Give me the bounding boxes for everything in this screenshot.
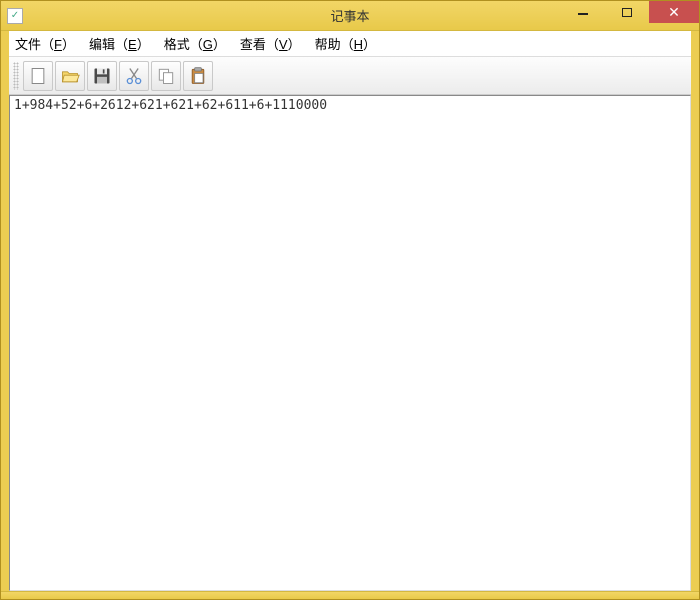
close-icon: ✕ <box>668 5 680 19</box>
app-window: ✓ 记事本 ✕ 文件（F） 编辑（E） 格式（G） <box>0 0 700 600</box>
copy-button[interactable] <box>151 61 181 91</box>
menu-edit[interactable]: 编辑（E） <box>89 34 150 53</box>
toolbar-grip <box>13 62 19 90</box>
text-editor[interactable]: 1+984+52+6+2612+621+621+62+611+6+1110000 <box>10 96 690 590</box>
window-bottom-border <box>1 591 699 599</box>
cut-button[interactable] <box>119 61 149 91</box>
cut-icon <box>124 66 144 86</box>
new-button[interactable] <box>23 61 53 91</box>
open-button[interactable] <box>55 61 85 91</box>
toolbar <box>9 57 691 95</box>
close-button[interactable]: ✕ <box>649 1 699 23</box>
menu-view[interactable]: 查看（V） <box>240 34 301 53</box>
titlebar[interactable]: ✓ 记事本 ✕ <box>1 1 699 31</box>
maximize-button[interactable] <box>605 1 649 23</box>
save-button[interactable] <box>87 61 117 91</box>
menu-file[interactable]: 文件（F） <box>15 34 75 53</box>
window-body: 文件（F） 编辑（E） 格式（G） 查看（V） 帮助（H） <box>1 31 699 591</box>
window-controls: ✕ <box>561 1 699 30</box>
editor-area: 1+984+52+6+2612+621+621+62+611+6+1110000 <box>9 95 691 591</box>
new-file-icon <box>28 66 48 86</box>
maximize-icon <box>622 8 632 17</box>
paste-icon <box>188 66 208 86</box>
copy-icon <box>156 66 176 86</box>
menu-help[interactable]: 帮助（H） <box>315 34 376 53</box>
open-file-icon <box>60 66 80 86</box>
minimize-icon <box>578 13 588 15</box>
notepad-app-icon: ✓ <box>7 8 23 24</box>
menubar: 文件（F） 编辑（E） 格式（G） 查看（V） 帮助（H） <box>9 31 691 57</box>
paste-button[interactable] <box>183 61 213 91</box>
minimize-button[interactable] <box>561 1 605 23</box>
save-file-icon <box>92 66 112 86</box>
menu-format[interactable]: 格式（G） <box>164 34 226 53</box>
